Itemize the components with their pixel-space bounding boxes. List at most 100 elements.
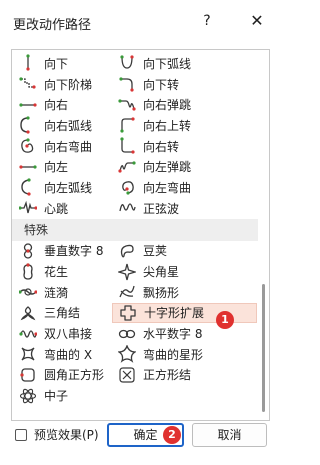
path-option[interactable]: 圆角正方形 xyxy=(13,365,127,386)
path-option-label: 向右弧线 xyxy=(44,118,93,133)
path-option[interactable]: 豆荚 xyxy=(112,241,257,262)
path-option-label: 向右弹跳 xyxy=(143,98,192,113)
path-stairs-down-icon xyxy=(17,75,39,93)
annotation-badge-1: 1 xyxy=(216,311,234,329)
path-sine-wave-icon xyxy=(116,199,138,217)
path-turn-right-icon xyxy=(116,137,138,155)
path-option[interactable]: 向右弧线 xyxy=(13,115,127,136)
path-option[interactable]: 涟漪 xyxy=(13,282,127,303)
section-header-special: 特殊 xyxy=(12,218,258,241)
preview-label: 预览效果(P) xyxy=(34,428,99,442)
path-option[interactable]: 向下转 xyxy=(112,74,257,95)
path-option[interactable]: 三角结 xyxy=(13,303,127,324)
path-left-icon xyxy=(17,158,39,176)
path-row: 向左 向左弹跳 xyxy=(12,156,258,177)
path-arc-right-icon xyxy=(17,116,39,135)
path-row: 向右弧线 向右上转 xyxy=(12,115,258,136)
dialog-title: 更改动作路径 xyxy=(13,18,92,33)
path-option[interactable]: 弯曲的 X xyxy=(13,344,127,365)
path-option[interactable]: 向左弹跳 xyxy=(112,156,257,177)
path-option[interactable]: 中子 xyxy=(13,385,127,406)
path-option-label: 水平数字 8 xyxy=(143,327,203,342)
path-row: 涟漪 飘扬形 xyxy=(12,282,258,303)
path-option-label: 中子 xyxy=(44,389,69,404)
path-grid: 向下 向下弧线向下阶梯 向下转向右 向右弹跳向右弧线 向右上转向右弯曲 向右转向左 向左弹跳… xyxy=(12,53,258,406)
annotation-badge-2: 2 xyxy=(163,426,181,444)
path-option[interactable]: 向右弹跳 xyxy=(112,94,257,115)
path-option[interactable]: 向右上转 xyxy=(112,115,257,136)
path-plus-expand-icon xyxy=(117,304,139,322)
path-neutron-icon xyxy=(17,387,39,405)
preview-checkbox-row[interactable]: 预览效果(P) xyxy=(15,426,99,443)
section-label: 特殊 xyxy=(24,223,49,237)
path-row: 弯曲的 X 弯曲的星形 xyxy=(12,344,258,365)
path-option[interactable]: 花生 xyxy=(13,261,127,282)
path-arc-left-icon xyxy=(17,178,39,197)
path-vertical-eight-icon xyxy=(17,242,39,260)
close-button[interactable]: ✕ xyxy=(246,10,268,32)
path-option[interactable]: 弯曲的星形 xyxy=(112,344,257,365)
path-turn-down-icon xyxy=(116,75,138,93)
path-list[interactable]: 向下 向下弧线向下阶梯 向下转向右 向右弹跳向右弧线 向右上转向右弯曲 向右转向左 向左弹跳… xyxy=(11,49,270,421)
path-option-label: 尖角星 xyxy=(143,265,180,280)
path-option-label: 正方形结 xyxy=(143,368,192,383)
path-option[interactable]: 向左弧线 xyxy=(13,177,127,198)
path-horizontal-eight-icon xyxy=(116,325,138,343)
path-option[interactable]: 向下 xyxy=(13,53,127,74)
path-option-label: 向下转 xyxy=(143,77,180,92)
path-option-label: 向右转 xyxy=(143,139,180,154)
path-option-label: 飘扬形 xyxy=(143,285,180,300)
path-option[interactable]: 向下弧线 xyxy=(112,53,257,74)
path-option[interactable]: 向左弯曲 xyxy=(112,177,257,198)
path-option-label: 向左弧线 xyxy=(44,180,93,195)
path-option-label: 豆荚 xyxy=(143,244,168,259)
path-option-label: 向下 xyxy=(44,56,69,71)
path-option[interactable]: 心跳 xyxy=(13,198,127,219)
path-option[interactable]: 正方形结 xyxy=(112,365,257,386)
path-option[interactable]: 向右弯曲 xyxy=(13,136,127,157)
path-option-label: 心跳 xyxy=(44,201,69,216)
path-option-label: 向左 xyxy=(44,160,69,175)
path-option-label: 向右 xyxy=(44,98,69,113)
path-option[interactable]: 十字形扩展 xyxy=(112,302,257,324)
path-option[interactable]: 水平数字 8 xyxy=(112,323,257,344)
path-option[interactable]: 飘扬形 xyxy=(112,282,257,303)
path-turn-up-right-icon xyxy=(116,116,138,134)
path-option[interactable]: 垂直数字 8 xyxy=(13,241,127,262)
path-heartbeat-icon xyxy=(17,199,39,217)
path-rounded-square-icon xyxy=(17,366,39,384)
path-option[interactable]: 向右转 xyxy=(112,136,257,157)
path-option[interactable]: 双八串接 xyxy=(13,323,127,344)
path-loop-triangle-icon xyxy=(17,304,39,322)
path-curvy-star-icon xyxy=(116,345,138,364)
help-button[interactable]: ? xyxy=(196,10,218,32)
cancel-button[interactable]: 取消 xyxy=(192,423,267,447)
path-peanut-icon xyxy=(17,262,39,281)
path-row: 向下阶梯 向下转 xyxy=(12,74,258,95)
path-row: 心跳 正弦波 xyxy=(12,198,258,219)
path-option-label: 圆角正方形 xyxy=(44,368,105,383)
path-swoosh-icon xyxy=(17,283,39,301)
preview-checkbox[interactable] xyxy=(15,428,27,441)
path-option-label: 双八串接 xyxy=(44,327,93,342)
path-option-label: 向右弯曲 xyxy=(44,139,93,154)
path-option[interactable]: 向右 xyxy=(13,94,127,115)
path-option-label: 向下弧线 xyxy=(143,56,192,71)
path-square-knot-icon xyxy=(116,366,138,384)
path-option-label: 正弦波 xyxy=(143,201,180,216)
path-row: 中子 xyxy=(12,385,258,406)
path-option[interactable]: 向下阶梯 xyxy=(13,74,127,95)
path-option[interactable]: 正弦波 xyxy=(112,198,257,219)
path-option-label: 垂直数字 8 xyxy=(44,244,104,259)
path-double-eight-icon xyxy=(17,325,39,343)
scrollbar[interactable] xyxy=(259,52,267,418)
path-right-icon xyxy=(17,96,39,114)
title-bar: 更改动作路径 ? ✕ xyxy=(0,0,281,44)
path-option[interactable]: 向左 xyxy=(13,156,127,177)
path-option[interactable]: 尖角星 xyxy=(112,261,257,282)
path-option-label: 向右上转 xyxy=(143,118,192,133)
path-row: 向下 向下弧线 xyxy=(12,53,258,74)
scrollbar-thumb[interactable] xyxy=(262,284,265,412)
path-option-label: 花生 xyxy=(44,265,69,280)
path-bean-icon xyxy=(116,242,138,260)
